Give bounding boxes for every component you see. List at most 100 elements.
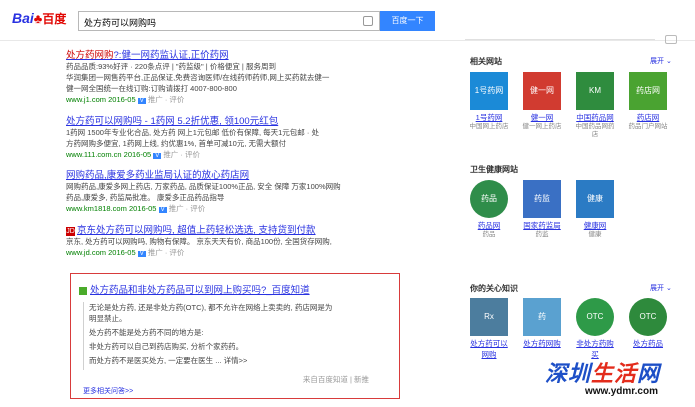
v-badge-icon: V: [153, 153, 162, 159]
answer-line: 非处方药可以自己到药店购买, 分析个家药药。: [89, 342, 244, 351]
site-logo-image: KM: [576, 72, 614, 110]
site-card[interactable]: 1号药网 1号药网 中国网上药店: [468, 72, 510, 131]
result-url-line: www.111.com.cn 2016-05 V 推广 · 评价: [66, 149, 406, 160]
zhidao-title[interactable]: 处方药品和非处方药品可以到网上购买吗?_百度知道: [90, 285, 310, 296]
site-card[interactable]: 健一网 健一网 健一网上药店: [521, 72, 563, 131]
site-name[interactable]: 药店网: [627, 112, 669, 123]
knowledge-image: 药: [523, 298, 561, 336]
sidebar-section-title: 你的关心知识: [470, 284, 518, 293]
site-desc: 中国网上药店: [469, 123, 509, 130]
knowledge-card[interactable]: OTC 非处方药购买: [574, 298, 616, 360]
site-card[interactable]: 药监 国家药监局 药监: [521, 180, 563, 239]
sidebar-section-title: 相关网站: [470, 57, 502, 66]
more-answers-link[interactable]: 更多相关问答>>: [83, 386, 133, 396]
result-url[interactable]: www.jd.com: [66, 248, 106, 257]
result-title[interactable]: 处方药可以网购吗 - 1药网 5.2折优惠, 领100元红包: [66, 113, 406, 127]
site-name[interactable]: 国家药监局: [521, 220, 563, 231]
zhidao-meta: 来自百度知道 | 新推: [302, 375, 369, 384]
title-text: 京东处方药可以网购吗, 超值上药轻松选选, 支持货到付款: [77, 225, 316, 236]
knowledge-card[interactable]: OTC 处方药品: [627, 298, 669, 349]
site-watermark: 深圳生活网 www.ydmr.com: [545, 356, 695, 407]
title-keyword: 处方药网购: [66, 50, 114, 61]
knowledge-name[interactable]: 处方药网购: [521, 338, 563, 349]
result-title[interactable]: 处方药网购?:健一网药监认证,正价药网: [66, 47, 406, 61]
result-tail[interactable]: 推广 · 评价: [163, 150, 200, 159]
result-desc: 1药网 1500年专业化合品, 处方药 网上1元包邮 低价有保障, 每天1元包邮…: [66, 128, 319, 137]
site-logo-image: 药监: [523, 180, 561, 218]
answer-line: 明显禁止。: [89, 314, 127, 323]
site-logo-image: 健一网: [523, 72, 561, 110]
expand-link[interactable]: 展开 ⌄: [650, 56, 672, 66]
expand-link[interactable]: 展开 ⌄: [650, 283, 672, 293]
site-name[interactable]: 1号药网: [468, 112, 510, 123]
site-name[interactable]: 药品网: [468, 220, 510, 231]
search-query: 处方药可以网购吗: [84, 18, 157, 28]
answer-line: 无论是处方药, 还是非处方药(OTC), 都不允许在网络上卖卖的, 药店网是为: [89, 303, 333, 312]
knowledge-card[interactable]: Rx 处方药可以网购: [468, 298, 510, 360]
zhidao-answer: 无论是处方药, 还是非处方药(OTC), 都不允许在网络上卖卖的, 药店网是为 …: [89, 302, 394, 366]
site-logo-image: 1号药网: [470, 72, 508, 110]
site-logo-image: 药店网: [629, 72, 667, 110]
watermark-part: 网: [637, 361, 661, 386]
expand-label: 展开: [650, 285, 664, 292]
logo-du: 百度: [42, 12, 67, 26]
site-card[interactable]: 药店网 药店网 药品门户网站: [627, 72, 669, 131]
result-url-line: www.j1.com 2016-05 V 推广 · 评价: [66, 94, 406, 105]
watermark-part: 深圳: [545, 361, 592, 386]
site-name[interactable]: 中国药品网: [574, 112, 616, 123]
site-desc: 药品: [482, 231, 496, 238]
sidebar-section-title: 卫生健康网站: [470, 165, 518, 174]
feedback-icon[interactable]: [665, 35, 677, 44]
knowledge-name[interactable]: 处方药可以网购: [468, 338, 510, 360]
health-sites: 药品 药品网 药品 药监 国家药监局 药监 健康 健康网 健康: [468, 180, 688, 250]
search-input[interactable]: 处方药可以网购吗: [78, 11, 380, 31]
result-tail[interactable]: 推广 · 评价: [148, 95, 185, 104]
watermark-part: 生活: [591, 361, 638, 386]
site-logo-image: 药品: [470, 180, 508, 218]
v-badge-icon: V: [158, 207, 167, 213]
camera-icon[interactable]: [363, 16, 373, 26]
quote-bar: [83, 302, 84, 370]
site-desc: 中国药品网药店: [575, 123, 615, 138]
result-tail[interactable]: 推广 · 评价: [169, 204, 206, 213]
result-url[interactable]: www.111.com.cn: [66, 150, 122, 159]
result-desc: 健一网全国统一在线订购:订购请拨打 4007-800-800: [66, 84, 237, 93]
result-tail[interactable]: 推广 · 评价: [148, 248, 185, 257]
knowledge-image: Rx: [470, 298, 508, 336]
zhidao-icon: [79, 286, 87, 295]
answer-line: 处方药不能是处方药不同的地方是:: [89, 328, 204, 337]
chevron-down-icon: ⌄: [665, 285, 672, 292]
result-url[interactable]: www.j1.com: [66, 95, 106, 104]
result-date: 2016-05: [123, 150, 152, 159]
result-4: JD 京东处方药可以网购吗, 超值上药轻松选选, 支持货到付款 京东, 处方药可以…: [66, 222, 406, 258]
v-badge-icon: V: [137, 98, 146, 104]
result-desc: 华润集团一网售药平台,正品保证,免费咨询医师/在线药师药师,网上买药就去健一: [66, 73, 330, 82]
site-name[interactable]: 健一网: [521, 112, 563, 123]
site-card[interactable]: KM 中国药品网 中国药品网药店: [574, 72, 616, 139]
site-card[interactable]: 药品 药品网 药品: [468, 180, 510, 239]
knowledge-card[interactable]: 药 处方药网购: [521, 298, 563, 349]
result-desc: 京东, 处方药可以网购吗, 购物有保障。 京东天天有价, 商品100份, 全国货…: [66, 237, 332, 246]
result-title[interactable]: 网购药品,康爱多药业监局认证的放心药店网: [66, 167, 406, 181]
result-desc: 网购药品,康爱多网上药店, 万家药品, 品质保证100%正品, 安全 保障 万家…: [66, 182, 341, 191]
watermark-url: www.ydmr.com: [585, 386, 658, 397]
zhidao-answer-box: 处方药品和非处方药品可以到网上购买吗?_百度知道 无论是处方药, 还是非处方药(…: [70, 273, 400, 399]
result-url[interactable]: www.km1818.com: [66, 204, 127, 213]
result-title[interactable]: JD 京东处方药可以网购吗, 超值上药轻松选选, 支持货到付款: [66, 222, 406, 236]
result-1: 处方药网购?:健一网药监认证,正价药网 药品品质:93%好评 · 220条点评 …: [66, 47, 406, 105]
result-url-line: www.km1818.com 2016-05 V 推广 · 评价: [66, 203, 406, 214]
baidu-logo[interactable]: Bai♣百度: [12, 10, 74, 28]
knowledge-image: OTC: [576, 298, 614, 336]
answer-line[interactable]: 而处方药不是医买处方, 一定要在医生 ... 详情>>: [89, 355, 394, 366]
site-desc: 健康: [588, 231, 602, 238]
knowledge-name[interactable]: 处方药品: [627, 338, 669, 349]
v-badge-icon: V: [137, 251, 146, 257]
related-sites: 1号药网 1号药网 中国网上药店 健一网 健一网 健一网上药店 KM 中国药品网…: [468, 72, 688, 142]
expand-label: 展开: [650, 58, 664, 65]
result-date: 2016-05: [128, 204, 157, 213]
result-desc: 药品,康爱多, 药监局批准。 康爱多正品药品指导: [66, 193, 225, 202]
logo-bai: Bai: [12, 10, 34, 26]
search-button[interactable]: 百度一下: [380, 11, 435, 31]
site-name[interactable]: 健康网: [574, 220, 616, 231]
site-card[interactable]: 健康 健康网 健康: [574, 180, 616, 239]
